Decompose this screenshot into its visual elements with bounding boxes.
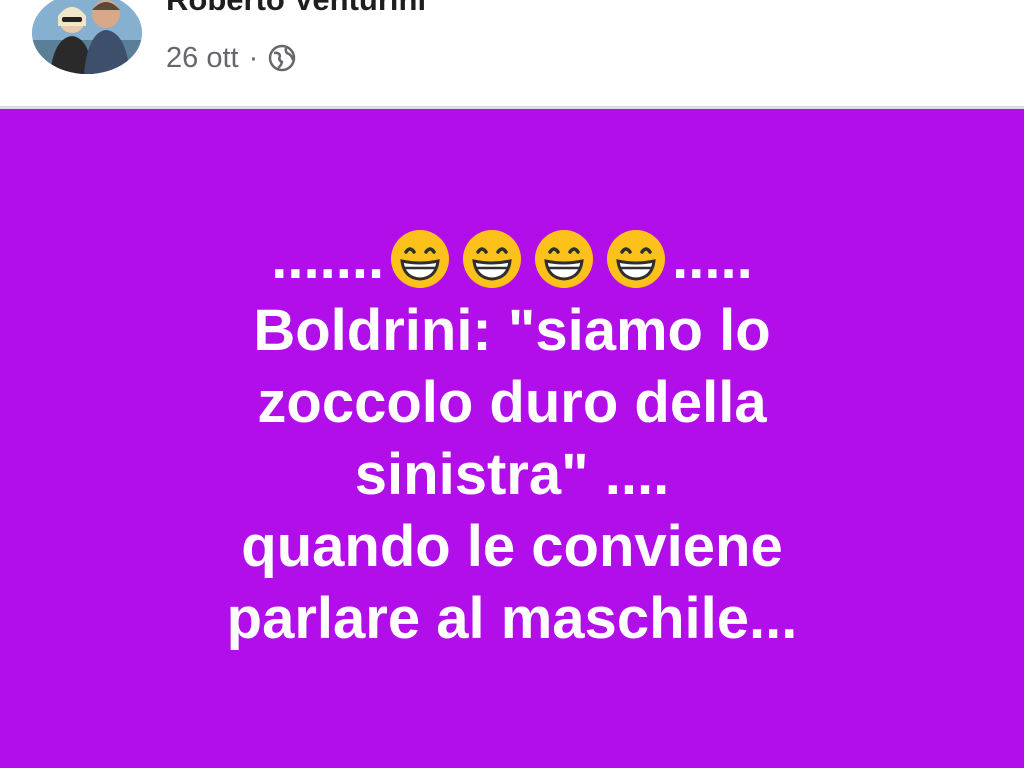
- post-text-line-1: Boldrini: "siamo lo: [253, 298, 771, 363]
- emoji-line: ....... .....: [0, 223, 1024, 295]
- post-content-background[interactable]: ....... ..... Boldrini: "siamo lo zoccol…: [0, 109, 1024, 768]
- post-text-line-3: sinistra" ....: [354, 442, 670, 507]
- post-text-line-2: zoccolo duro della: [257, 370, 767, 435]
- post-date[interactable]: 26 ott: [166, 42, 239, 75]
- more-options-icon[interactable]: [932, 0, 996, 8]
- post-text-line-5: parlare al maschile...: [226, 586, 798, 651]
- avatar[interactable]: [32, 0, 142, 74]
- avatar-photo: [32, 0, 142, 74]
- trailing-dots: .....: [672, 226, 753, 291]
- grinning-emoji-icon: [391, 230, 450, 288]
- grinning-emoji-icon: [607, 230, 666, 288]
- meta-separator: ·: [248, 41, 259, 74]
- post-text-line-4: quando le conviene: [241, 514, 783, 579]
- globe-icon[interactable]: [268, 44, 296, 72]
- post-header: Roberto Venturini 26 ott ·: [0, 0, 1024, 108]
- author-name[interactable]: Roberto Venturini: [166, 0, 426, 18]
- post-text: ....... ..... Boldrini: "siamo lo zoccol…: [0, 223, 1024, 655]
- leading-dots: .......: [271, 226, 385, 291]
- grinning-emoji-icon: [463, 230, 522, 288]
- post-meta: 26 ott ·: [166, 38, 296, 78]
- grinning-emoji-icon: [535, 230, 594, 288]
